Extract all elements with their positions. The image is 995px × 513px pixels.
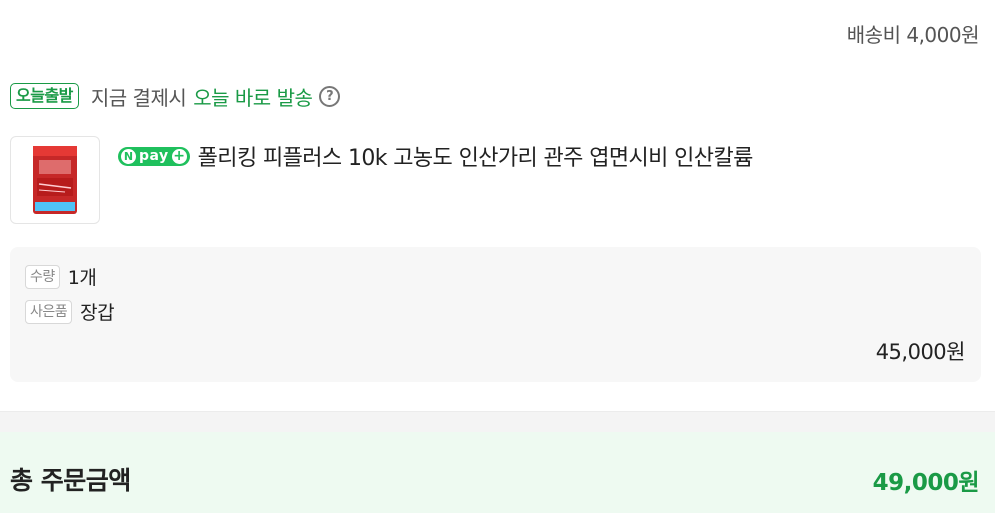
gift-row: 사은품 장갑 [25, 298, 115, 325]
quantity-value: 1개 [67, 267, 97, 289]
product-bag-image [33, 146, 77, 214]
dispatch-text: 지금 결제시 [90, 85, 187, 110]
npay-plus-icon: + [171, 148, 187, 164]
product-title[interactable]: 폴리킹 피플러스 10k 고농도 인산가리 관주 엽면시비 인산칼륨 [198, 140, 754, 172]
npay-text: pay [139, 148, 169, 164]
today-dispatch-badge: 오늘출발 [10, 83, 79, 109]
section-divider [0, 411, 995, 432]
gift-label: 사은품 [25, 299, 73, 324]
gift-value: 장갑 [80, 302, 115, 324]
total-order-bar: 총 주문금액 49,000원 [0, 432, 995, 513]
dispatch-info: 오늘출발 지금 결제시 오늘 바로 발송 ? [10, 82, 341, 110]
total-order-label: 총 주문금액 [10, 466, 131, 495]
product-thumbnail[interactable] [10, 136, 100, 224]
dispatch-highlight: 오늘 바로 발송 [193, 85, 313, 110]
shipping-fee: 배송비 4,000원 [846, 23, 980, 47]
npay-plus-badge: N pay + [118, 146, 190, 166]
npay-n-icon: N [121, 148, 136, 164]
order-option-box: 수량 1개 사은품 장갑 45,000원 [10, 247, 981, 382]
help-icon[interactable]: ? [319, 85, 341, 107]
total-order-value: 49,000원 [872, 470, 980, 496]
product-title-line: N pay + 폴리킹 피플러스 10k 고농도 인산가리 관주 엽면시비 인산… [118, 140, 753, 172]
quantity-label: 수량 [25, 264, 60, 289]
option-price: 45,000원 [875, 340, 966, 364]
quantity-row: 수량 1개 [25, 263, 97, 290]
